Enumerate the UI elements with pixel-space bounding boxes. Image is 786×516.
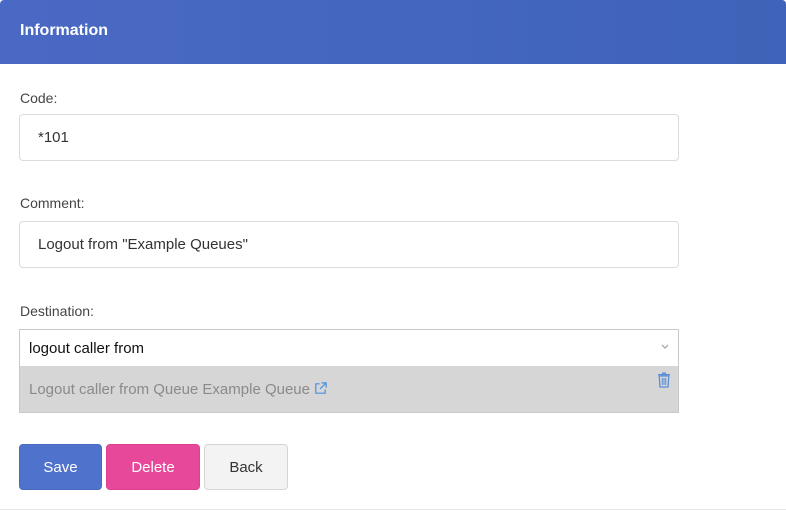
panel-bottom-border: [0, 509, 786, 510]
panel-title: Information: [20, 22, 108, 39]
save-button[interactable]: Save: [19, 444, 102, 490]
trash-icon[interactable]: [657, 372, 671, 388]
destination-select[interactable]: logout caller from: [19, 329, 679, 367]
chevron-down-icon[interactable]: [660, 341, 670, 351]
destination-selected-option[interactable]: Logout caller from Queue Example Queue: [19, 366, 679, 413]
comment-input[interactable]: [19, 221, 679, 268]
selected-option-text[interactable]: Logout caller from Queue Example Queue: [29, 381, 328, 398]
external-link-icon[interactable]: [313, 381, 328, 396]
panel-header: Information: [0, 0, 786, 64]
back-button[interactable]: Back: [204, 444, 288, 490]
code-label: Code:: [20, 90, 58, 106]
destination-search-value[interactable]: logout caller from: [29, 340, 144, 357]
delete-button[interactable]: Delete: [106, 444, 200, 490]
destination-label: Destination:: [20, 303, 94, 319]
comment-label: Comment:: [20, 195, 85, 211]
code-input[interactable]: [19, 114, 679, 161]
selected-option-label[interactable]: Logout caller from Queue Example Queue: [29, 381, 310, 398]
